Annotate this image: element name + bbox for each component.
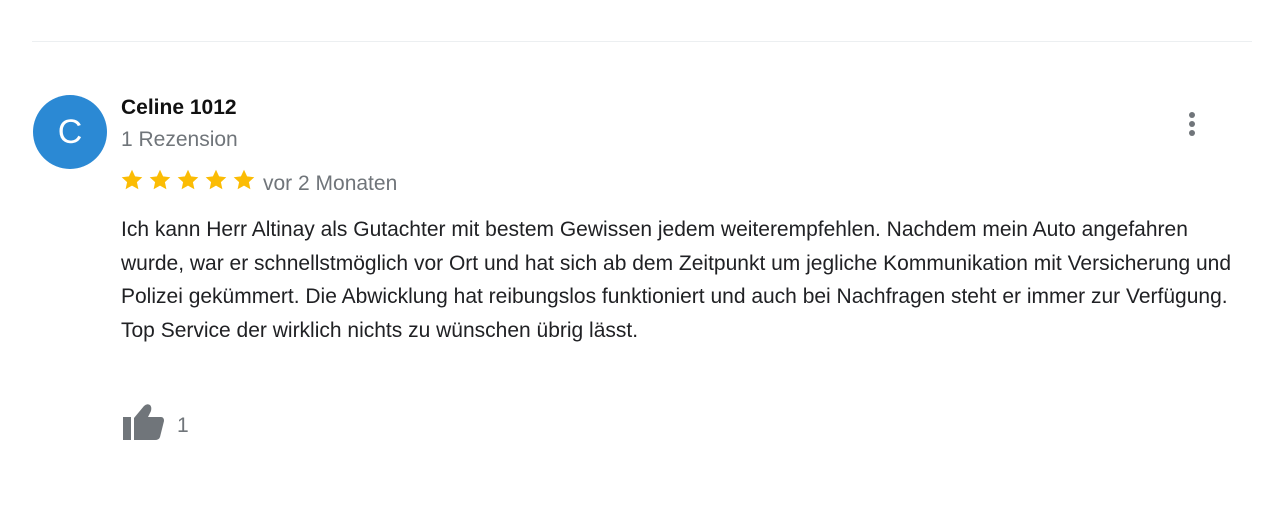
reviewer-name[interactable]: Celine 1012 (121, 95, 237, 121)
star-icon (149, 169, 171, 190)
like-count: 1 (177, 414, 189, 437)
star-icon (177, 169, 199, 190)
review-text: Ich kann Herr Altinay als Gutachter mit … (121, 218, 1232, 342)
star-rating (120, 168, 256, 196)
top-divider (32, 41, 1252, 42)
reviewer-review-count: 1 Rezension (121, 128, 238, 151)
more-options-button[interactable] (1176, 104, 1208, 144)
like-button[interactable] (120, 402, 166, 442)
star-icon (233, 169, 255, 190)
avatar[interactable]: C (33, 95, 107, 169)
review-date: vor 2 Monaten (263, 172, 398, 195)
star-icon (205, 169, 227, 190)
thumbs-up-icon (123, 404, 164, 440)
star-icon (121, 169, 143, 190)
more-vert-icon (1189, 112, 1195, 136)
